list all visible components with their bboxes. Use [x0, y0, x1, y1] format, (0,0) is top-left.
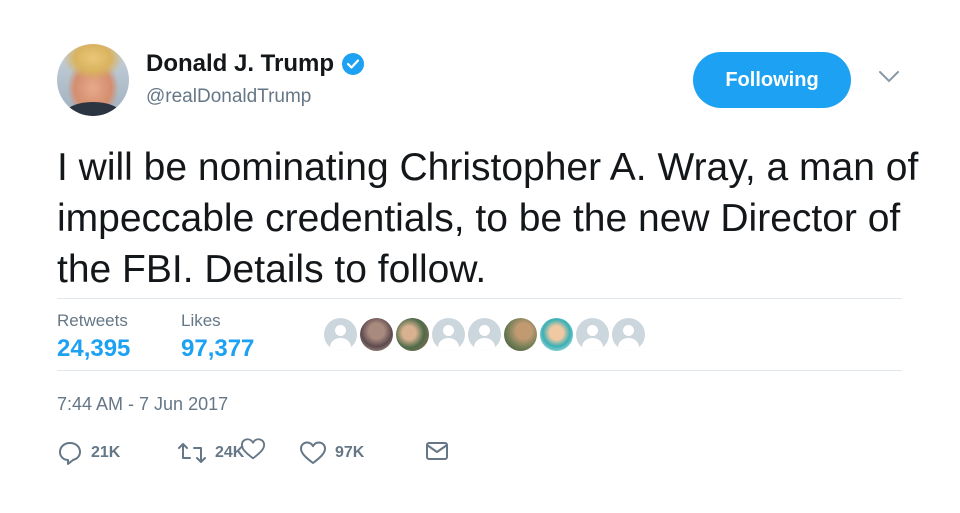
retweets-count[interactable]: 24,395: [57, 335, 130, 363]
liker-avatar[interactable]: [612, 318, 645, 351]
retweets-stat[interactable]: Retweets 24,395: [57, 311, 130, 363]
chevron-down-icon[interactable]: [878, 70, 900, 84]
likes-label: Likes: [181, 311, 221, 330]
author-name-row: Donald J. Trump: [146, 50, 365, 78]
retweets-label: Retweets: [57, 311, 128, 330]
heart-outline-icon: [240, 438, 266, 460]
tweet-text: I will be nominating Christopher A. Wray…: [57, 146, 919, 291]
retweet-button[interactable]: 24K: [177, 440, 244, 466]
liker-avatar[interactable]: [396, 318, 429, 351]
divider: [57, 298, 902, 299]
tweet-timestamp[interactable]: 7:44 AM - 7 Jun 2017: [57, 394, 228, 415]
liker-avatar[interactable]: [504, 318, 537, 351]
like-button[interactable]: 97K: [299, 440, 364, 466]
reply-count: 21K: [91, 444, 121, 461]
verified-badge-icon: [342, 53, 365, 75]
liker-avatar[interactable]: [360, 318, 393, 351]
following-button[interactable]: Following: [693, 52, 851, 108]
liker-avatar[interactable]: [576, 318, 609, 351]
direct-message-button[interactable]: [425, 440, 449, 462]
display-name[interactable]: Donald J. Trump: [146, 50, 334, 78]
heart-icon: [300, 441, 326, 464]
reply-button[interactable]: 21K: [57, 440, 120, 466]
liker-avatar[interactable]: [468, 318, 501, 351]
likes-stat[interactable]: Likes 97,377: [181, 311, 254, 363]
user-handle[interactable]: @realDonaldTrump: [146, 86, 311, 108]
like-count: 97K: [335, 444, 365, 461]
liker-avatar[interactable]: [432, 318, 465, 351]
likes-count[interactable]: 97,377: [181, 335, 254, 363]
liker-avatar[interactable]: [324, 318, 357, 351]
liker-avatars: [324, 318, 645, 351]
avatar[interactable]: [57, 44, 129, 116]
reply-icon: [59, 442, 81, 465]
envelope-icon: [426, 442, 448, 460]
retweet-icon: [178, 443, 206, 463]
divider: [57, 370, 902, 371]
liker-avatar[interactable]: [540, 318, 573, 351]
